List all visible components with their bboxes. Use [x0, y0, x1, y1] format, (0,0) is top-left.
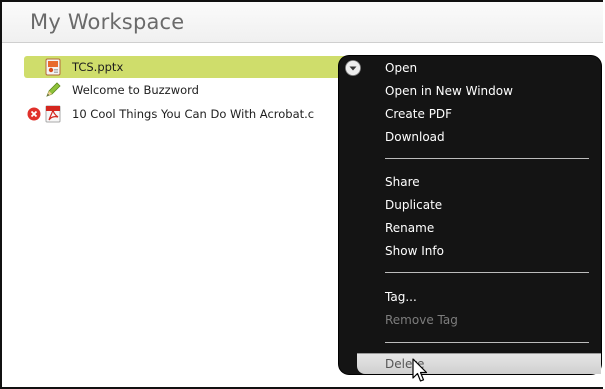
file-row-acrobat[interactable]: 10 Cool Things You Can Do With Acrobat.c: [24, 103, 364, 125]
file-row-welcome[interactable]: Welcome to Buzzword: [24, 79, 364, 101]
menu-divider: [385, 158, 589, 159]
menu-item-download[interactable]: Download: [385, 129, 445, 145]
workspace-window: My Workspace TCS.pptx Welcome to Buzzwor…: [0, 0, 603, 389]
menu-item-create-pdf[interactable]: Create PDF: [385, 106, 452, 122]
file-name: Welcome to Buzzword: [72, 83, 199, 97]
menu-item-show-info[interactable]: Show Info: [385, 243, 444, 259]
menu-divider: [385, 272, 589, 273]
chevron-down-icon[interactable]: [345, 60, 361, 76]
menu-item-open[interactable]: Open: [385, 60, 417, 76]
page-title: My Workspace: [30, 10, 185, 34]
file-name: TCS.pptx: [72, 60, 124, 74]
menu-item-open-new-window[interactable]: Open in New Window: [385, 83, 513, 99]
file-name: 10 Cool Things You Can Do With Acrobat.c: [72, 107, 315, 121]
menu-divider: [385, 342, 589, 343]
workspace-header: My Workspace: [2, 2, 603, 43]
buzzword-document-icon: [46, 82, 61, 97]
menu-item-remove-tag: Remove Tag: [385, 313, 458, 327]
menu-item-tag[interactable]: Tag...: [385, 289, 417, 305]
pdf-file-icon: [45, 105, 61, 123]
file-row-tcs[interactable]: TCS.pptx: [24, 56, 364, 78]
menu-item-share[interactable]: Share: [385, 174, 420, 190]
menu-item-rename[interactable]: Rename: [385, 220, 434, 236]
powerpoint-file-icon: [45, 58, 61, 76]
mouse-pointer-icon: [412, 358, 428, 382]
menu-item-duplicate[interactable]: Duplicate: [385, 197, 442, 213]
error-icon: [27, 107, 41, 121]
file-context-menu: Open Open in New Window Create PDF Downl…: [339, 56, 601, 374]
